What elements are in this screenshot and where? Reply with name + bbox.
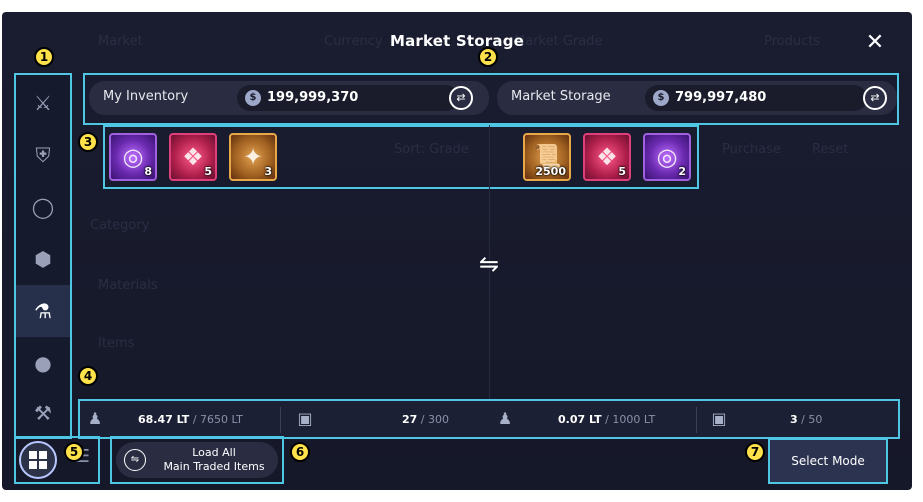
marker-1: 1	[34, 47, 54, 67]
storage-weight: 0.07 LT / 1000 LT	[558, 413, 655, 426]
potion-icon[interactable]: ⚗	[16, 285, 70, 337]
capacity-bar: ♟ 68.47 LT / 7650 LT ▣ 27 / 300 ♟ 0.07 L…	[78, 399, 900, 439]
gem-icon[interactable]: ⬢	[16, 233, 70, 285]
select-mode-button[interactable]: Select Mode	[768, 438, 888, 484]
storage-item-slot[interactable]: ❖ 5	[583, 133, 631, 181]
marker-4: 4	[78, 366, 98, 386]
storage-weight-max: / 1000 LT	[601, 413, 656, 426]
item-quantity: 5	[204, 165, 212, 178]
window-title: Market Storage	[389, 32, 525, 50]
storage-slots-max: / 50	[797, 413, 823, 426]
category-sidebar: ⚔ ⛨ ◯ ⬢ ⚗ ● ⚒	[14, 73, 72, 439]
storage-currency-panel: Market Storage $ 799,997,480 ⇄	[497, 81, 897, 115]
marker-2: 2	[478, 47, 498, 67]
ring-icon[interactable]: ◯	[16, 181, 70, 233]
view-toggle: ☰	[14, 436, 100, 484]
coin-icon: $	[245, 90, 261, 106]
ghost-label: Materials	[98, 278, 158, 293]
load-all-line2: Main Traded Items	[163, 460, 265, 473]
bomb-icon[interactable]: ●	[16, 337, 70, 389]
inventory-balance: 199,999,370	[267, 90, 359, 105]
load-all-label: Load All Main Traded Items	[152, 446, 276, 474]
currency-bar: My Inventory $ 199,999,370 ⇄ Market Stor…	[83, 73, 899, 125]
inventory-item-slot[interactable]: ✦ 3	[229, 133, 277, 181]
inventory-slots: 27 / 300	[402, 413, 449, 426]
inventory-weight: 68.47 LT / 7650 LT	[138, 413, 243, 426]
coin-icon: $	[653, 90, 669, 106]
marker-7: 7	[745, 442, 765, 462]
inventory-weight-max: / 7650 LT	[189, 413, 243, 426]
storage-item-slot[interactable]: 📜 2500	[523, 133, 571, 181]
load-all-button[interactable]: ⇋ Load All Main Traded Items	[116, 442, 278, 478]
slots-icon: ▣	[297, 409, 313, 428]
ghost-label: Purchase	[722, 142, 782, 157]
storage-balance: 799,997,480	[675, 90, 767, 105]
weight-icon: ♟	[497, 409, 513, 428]
storage-label: Market Storage	[511, 89, 611, 104]
divider	[696, 407, 697, 433]
transfer-swap-icon[interactable]: ⇋	[473, 248, 505, 280]
panel-divider	[489, 125, 490, 435]
item-quantity: 8	[144, 165, 152, 178]
grid-icon	[29, 451, 47, 469]
slots-icon: ▣	[711, 409, 727, 428]
ghost-label: Reset	[812, 142, 849, 157]
inventory-swap-icon[interactable]: ⇄	[449, 86, 473, 110]
inventory-item-slot[interactable]: ❖ 5	[169, 133, 217, 181]
inventory-balance-pill: $ 199,999,370	[237, 85, 459, 111]
inventory-slots-current: 27	[402, 413, 418, 426]
load-all-line1: Load All	[192, 446, 236, 459]
divider	[280, 407, 281, 433]
close-button[interactable]: ✕	[862, 30, 888, 56]
inventory-currency-panel: My Inventory $ 199,999,370 ⇄	[89, 81, 489, 115]
tools-icon[interactable]: ⚒	[16, 387, 70, 439]
item-quantity: 5	[618, 165, 626, 178]
crossed-swords-icon[interactable]: ⚔	[16, 77, 70, 129]
weight-icon: ♟	[87, 409, 103, 428]
load-all-button-frame: ⇋ Load All Main Traded Items	[110, 436, 284, 484]
storage-item-slot[interactable]: ◎ 2	[643, 133, 691, 181]
inventory-label: My Inventory	[103, 89, 189, 104]
storage-slots-current: 3	[790, 413, 798, 426]
storage-slots: 3 / 50	[790, 413, 822, 426]
item-quantity: 3	[264, 165, 272, 178]
item-quantity: 2	[678, 165, 686, 178]
grid-view-button[interactable]	[19, 441, 57, 479]
storage-weight-current: 0.07 LT	[558, 413, 602, 426]
armor-icon[interactable]: ⛨	[16, 129, 70, 181]
storage-swap-icon[interactable]: ⇄	[863, 86, 887, 110]
ghost-label: Items	[98, 336, 135, 351]
inventory-weight-current: 68.47 LT	[138, 413, 190, 426]
marker-3: 3	[78, 132, 98, 152]
marker-5: 5	[64, 442, 84, 462]
item-quantity: 2500	[535, 165, 566, 178]
inventory-slots-max: / 300	[417, 413, 450, 426]
storage-balance-pill: $ 799,997,480	[645, 85, 867, 111]
items-row: ◎ 8 ❖ 5 ✦ 3 📜 2500 ❖ 5 ◎ 2	[103, 125, 699, 189]
marker-6: 6	[290, 442, 310, 462]
ghost-label: Category	[90, 218, 150, 233]
inventory-item-slot[interactable]: ◎ 8	[109, 133, 157, 181]
market-storage-window: Market Currency Market Grade Products Ca…	[2, 12, 912, 490]
swap-icon: ⇋	[124, 449, 146, 471]
app-root: Market Currency Market Grade Products Ca…	[0, 0, 923, 502]
